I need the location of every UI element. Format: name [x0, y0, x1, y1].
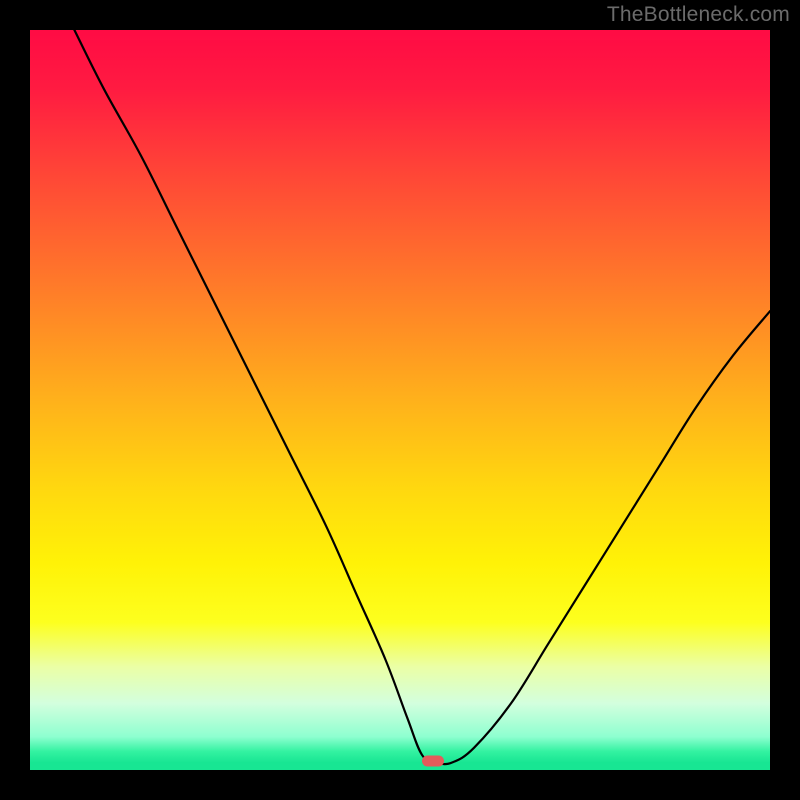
optimal-point-marker: [422, 756, 444, 767]
watermark-text: TheBottleneck.com: [607, 3, 790, 27]
chart-frame: TheBottleneck.com: [0, 0, 800, 800]
bottleneck-curve: [30, 30, 770, 770]
plot-area: [30, 30, 770, 770]
